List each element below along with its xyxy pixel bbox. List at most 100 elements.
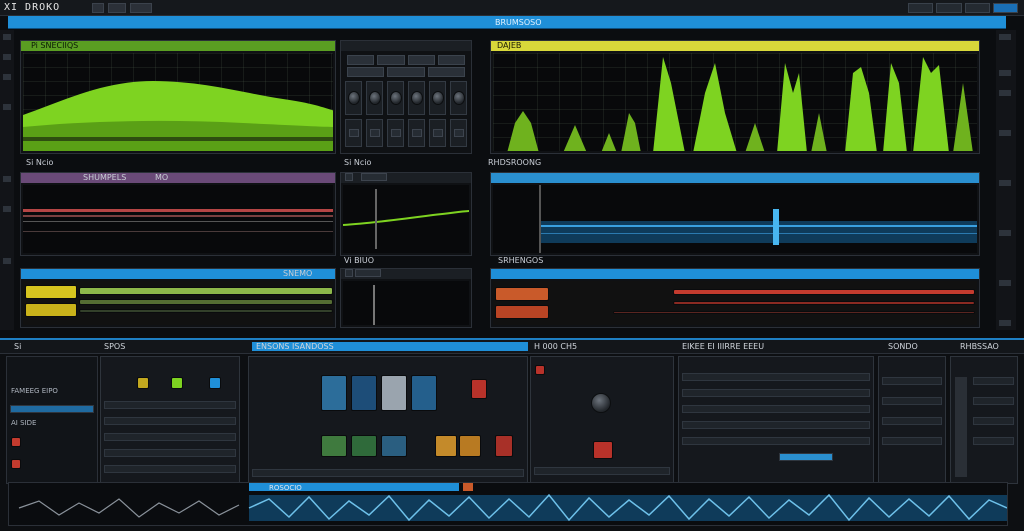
clip-green[interactable] [79, 287, 333, 295]
project-strip[interactable]: BRUMSOSO [8, 16, 1006, 29]
track-panel-4-header[interactable] [491, 269, 979, 279]
rotary-knob[interactable] [347, 91, 360, 105]
record-button[interactable] [11, 437, 21, 447]
fader-panel-display[interactable] [343, 281, 469, 325]
drum-pad-blue[interactable] [321, 375, 347, 411]
rotary-knob[interactable] [452, 91, 465, 105]
curve-panel-button[interactable] [361, 173, 387, 181]
routing-row[interactable] [682, 373, 870, 381]
fx-button-red[interactable] [593, 441, 613, 459]
channel-button-green[interactable] [171, 377, 183, 389]
send-row[interactable] [882, 437, 942, 445]
send-row[interactable] [882, 377, 942, 385]
window-control-2[interactable] [936, 3, 962, 13]
knob-toolbar-button[interactable] [347, 55, 375, 65]
fx-row[interactable] [534, 467, 670, 475]
track-panel-2-display[interactable] [493, 185, 977, 253]
toggle-button[interactable] [453, 129, 464, 137]
master-row[interactable] [973, 397, 1014, 405]
track-panel-1-display[interactable] [23, 185, 333, 253]
clip-red-line[interactable] [673, 301, 975, 305]
drum-pad-red[interactable] [495, 435, 513, 457]
routing-row[interactable] [682, 437, 870, 445]
clip-yellow[interactable] [25, 303, 77, 317]
mixer-left-row[interactable] [10, 405, 94, 413]
track-panel-3-display[interactable] [23, 281, 333, 325]
gutter-button[interactable] [3, 54, 11, 60]
send-row[interactable] [882, 397, 942, 405]
drum-pad-green[interactable] [351, 435, 377, 457]
rotary-knob[interactable] [368, 91, 381, 105]
fader-panel-button[interactable] [345, 269, 353, 277]
spectrum-panel-2-header[interactable]: DAJEB [491, 41, 979, 51]
window-control-1[interactable] [908, 3, 934, 13]
master-row[interactable] [973, 417, 1014, 425]
gutter-button[interactable] [3, 74, 11, 80]
window-control-accent[interactable] [992, 3, 1018, 13]
clip-red-line[interactable] [613, 311, 975, 314]
gutter-button[interactable] [999, 280, 1011, 286]
track-panel-4-display[interactable] [493, 281, 977, 325]
drum-pad-orange[interactable] [435, 435, 457, 457]
gutter-button[interactable] [999, 230, 1011, 236]
fader-line[interactable] [373, 285, 375, 325]
curve-panel-display[interactable] [343, 185, 469, 253]
clip-red[interactable] [495, 287, 549, 301]
gutter-button[interactable] [999, 180, 1011, 186]
rotary-knob[interactable] [410, 91, 423, 105]
drum-pad-orange[interactable] [459, 435, 481, 457]
drum-pad-blue[interactable] [381, 435, 407, 457]
drum-pad-gray[interactable] [381, 375, 407, 411]
drum-pad-red[interactable] [471, 379, 487, 399]
channel-row[interactable] [104, 433, 236, 441]
gutter-button[interactable] [999, 320, 1011, 326]
routing-row[interactable] [682, 421, 870, 429]
toggle-button[interactable] [411, 129, 422, 137]
channel-button-yellow[interactable] [137, 377, 149, 389]
drum-pad-blue[interactable] [411, 375, 437, 411]
menu-button-2[interactable] [108, 3, 126, 13]
gutter-button[interactable] [3, 104, 11, 110]
channel-row[interactable] [104, 465, 236, 473]
waveform-marker[interactable] [463, 483, 473, 491]
gutter-button[interactable] [999, 130, 1011, 136]
toggle-button[interactable] [369, 129, 380, 137]
gutter-button[interactable] [3, 176, 11, 182]
knob-toolbar-button[interactable] [347, 67, 385, 77]
toggle-button[interactable] [390, 129, 401, 137]
window-control-3[interactable] [964, 3, 990, 13]
gutter-button[interactable] [999, 90, 1011, 96]
spectrum-panel-1-display[interactable] [23, 53, 333, 151]
fx-knob[interactable] [591, 393, 611, 413]
track-panel-2-header[interactable] [491, 173, 979, 183]
menu-button-3[interactable] [130, 3, 152, 13]
menu-button-1[interactable] [92, 3, 104, 13]
rotary-knob[interactable] [431, 91, 444, 105]
knob-toolbar-button[interactable] [377, 55, 405, 65]
clip-green[interactable] [79, 309, 333, 313]
channel-button-blue[interactable] [209, 377, 221, 389]
master-row[interactable] [973, 437, 1014, 445]
spectrum-panel-1-header[interactable]: Pi SNECIIQS [21, 41, 335, 51]
waveform-overview[interactable]: ROSOCIO [8, 482, 1008, 526]
track-2-marker[interactable] [773, 209, 779, 245]
drum-pad-green[interactable] [321, 435, 347, 457]
knob-toolbar-button[interactable] [437, 55, 465, 65]
knob-toolbar-button[interactable] [387, 67, 425, 77]
channel-row[interactable] [104, 417, 236, 425]
clip-green[interactable] [79, 299, 333, 305]
channel-row[interactable] [104, 401, 236, 409]
toggle-button[interactable] [348, 129, 359, 137]
pad-row[interactable] [252, 469, 524, 477]
record-button[interactable] [11, 459, 21, 469]
fx-button-red[interactable] [535, 365, 545, 375]
clip-yellow[interactable] [25, 285, 77, 299]
channel-row[interactable] [104, 449, 236, 457]
gutter-button[interactable] [3, 258, 11, 264]
rotary-knob[interactable] [389, 91, 402, 105]
drum-pad-blue[interactable] [351, 375, 377, 411]
track-panel-3-header[interactable]: SNEMO [21, 269, 335, 279]
routing-row[interactable] [682, 405, 870, 413]
routing-row[interactable] [682, 389, 870, 397]
toggle-button[interactable] [432, 129, 443, 137]
